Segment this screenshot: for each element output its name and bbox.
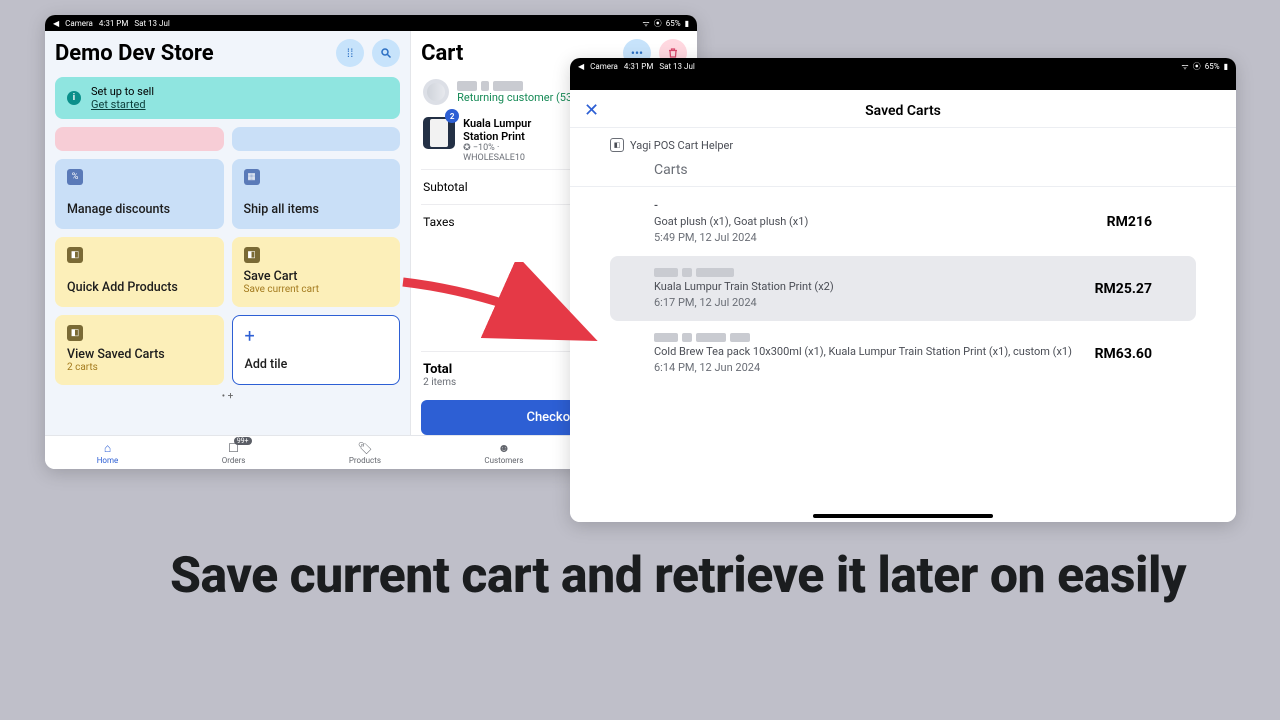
scan-icon[interactable]: ⁞⁞: [336, 39, 364, 67]
saved-carts-screen: ◀ Camera 4:31 PM Sat 13 Jul ᯤ ⦿ 65% ▮ ✕ …: [570, 58, 1236, 522]
plus-icon: +: [245, 326, 388, 347]
quantity-badge: 2: [445, 109, 459, 123]
battery-icon: ▮: [1224, 62, 1228, 71]
percent-icon: %: [67, 169, 83, 185]
tile-view-saved[interactable]: ◧ View Saved Carts 2 carts: [55, 315, 224, 385]
battery-icon: ▮: [685, 19, 689, 28]
banner-title: Set up to sell: [91, 85, 154, 98]
home-icon: ⌂: [104, 441, 111, 455]
tile-quick-add[interactable]: ◧ Quick Add Products: [55, 237, 224, 307]
box-icon: ▦: [244, 169, 260, 185]
saved-cart-item-selected[interactable]: Kuala Lumpur Train Station Print (x2) 6:…: [610, 256, 1196, 321]
modal-header: ✕ Saved Carts: [570, 94, 1236, 128]
saved-cart-price: RM25.27: [1095, 281, 1152, 297]
tile-save-cart[interactable]: ◧ Save Cart Save current cart: [232, 237, 401, 307]
section-title: Carts: [570, 162, 1236, 187]
info-icon: i: [67, 91, 81, 105]
tile-partial-pink[interactable]: [55, 127, 224, 151]
wifi-icon: ᯤ: [642, 18, 649, 29]
search-icon[interactable]: [372, 39, 400, 67]
orders-badge: 99+: [234, 437, 252, 445]
tab-products[interactable]: 🏷 Products: [349, 441, 381, 465]
save-cart-subtitle: Save current cart: [244, 284, 389, 295]
view-saved-count: 2 carts: [67, 362, 212, 373]
cart-title: Cart: [421, 41, 463, 66]
app-icon: ◧: [67, 247, 83, 263]
app-attribution: ◧ Yagi POS Cart Helper: [570, 128, 1236, 162]
tab-home[interactable]: ⌂ Home: [97, 441, 119, 465]
modal-title: Saved Carts: [865, 103, 941, 119]
page-indicator[interactable]: • +: [55, 391, 400, 402]
tab-customers[interactable]: ☻ Customers: [484, 441, 523, 465]
app-icon: ◧: [244, 247, 260, 263]
marketing-caption: Save current cart and retrieve it later …: [170, 545, 1186, 608]
saved-cart-price: RM216: [1107, 214, 1152, 230]
status-bar: ◀ Camera 4:31 PM Sat 13 Jul ᯤ ⦿ 65% ▮: [570, 58, 1236, 74]
saved-cart-item[interactable]: - Goat plush (x1), Goat plush (x1) 5:49 …: [610, 187, 1196, 256]
saved-cart-price: RM63.60: [1095, 346, 1152, 362]
tag-icon: 🏷: [357, 441, 372, 455]
wifi-icon: ᯤ: [1181, 61, 1188, 72]
tile-add[interactable]: + Add tile: [232, 315, 401, 385]
tile-partial-blue[interactable]: [232, 127, 401, 151]
home-indicator: [813, 514, 993, 518]
status-bar: ◀ Camera 4:31 PM Sat 13 Jul ᯤ ⦿ 65% ▮: [45, 15, 697, 31]
saved-cart-item[interactable]: Cold Brew Tea pack 10x300ml (x1), Kuala …: [610, 321, 1196, 386]
avatar: [423, 79, 449, 105]
setup-banner[interactable]: i Set up to sell Get started: [55, 77, 400, 119]
app-icon: ◧: [67, 325, 83, 341]
tab-orders[interactable]: ☐ 99+ Orders: [222, 441, 246, 465]
person-icon: ☻: [498, 441, 511, 455]
app-badge-icon: ◧: [610, 138, 624, 152]
get-started-link[interactable]: Get started: [91, 98, 146, 111]
close-icon[interactable]: ✕: [584, 100, 599, 121]
store-title: Demo Dev Store: [55, 41, 214, 66]
tile-manage-discounts[interactable]: % Manage discounts: [55, 159, 224, 229]
tile-ship-all[interactable]: ▦ Ship all items: [232, 159, 401, 229]
